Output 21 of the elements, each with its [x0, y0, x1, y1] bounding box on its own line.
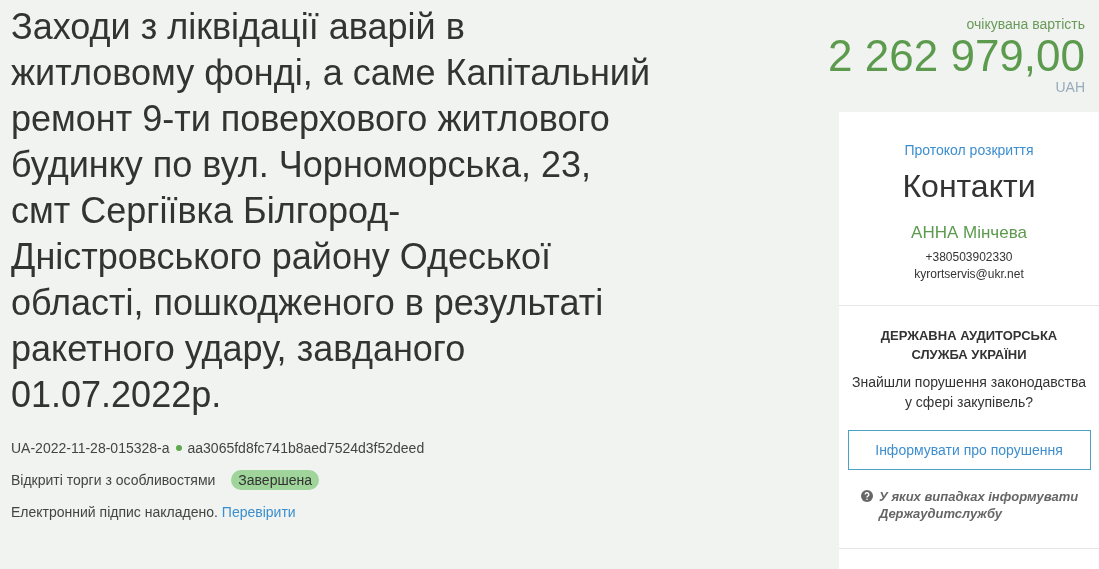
report-button[interactable]: Інформувати про порушення [847, 430, 1091, 470]
help-link[interactable]: У яких випадках інформувати Держаудитслужбу [879, 488, 1079, 522]
signature-text: Електронний підпис накладено. [11, 504, 218, 520]
verify-link[interactable]: Перевірити [221, 504, 296, 520]
audit-question: Знайшли порушення законодавства у сфері закупівель? [850, 373, 1088, 412]
currency: UAH [1055, 80, 1085, 94]
protocol-link[interactable]: Протокол розкриття [904, 142, 1034, 158]
contact-name: АННА Мінчева [911, 223, 1027, 243]
price-label: очікувана вартість [966, 16, 1085, 32]
contacts-heading: Контакти [902, 168, 1036, 205]
contact-email: kyrortservis@ukr.net [914, 266, 1024, 283]
tender-hash: aa3065fd8fc741b8aed7524d3f52deed [187, 440, 425, 456]
procedure-type: Відкриті торги з особливостями [11, 472, 216, 488]
status-badge: Завершена [231, 470, 319, 490]
help-icon [861, 490, 873, 502]
tender-title: Заходи з ліквідації аварій в житловому фонді, а саме Капітальний ремонт 9-ти поверхового житлового будинку по вул. Чорноморська, 23, смт Сергіївка Білгород-Дністровського району Одеської області, пошкодженого в результаті ракетного удару, завданого 01.07.2022р. [11, 5, 651, 417]
dot-icon [175, 445, 182, 451]
audit-heading: ДЕРЖАВНА АУДИТОРСЬКА СЛУЖБА УКРАЇНИ [879, 327, 1059, 364]
tender-id: UA-2022-11-28-015328-a [11, 440, 170, 456]
contact-phone: +380503902330 [925, 249, 1013, 266]
price-amount: 2 262 979,00 [828, 32, 1085, 80]
